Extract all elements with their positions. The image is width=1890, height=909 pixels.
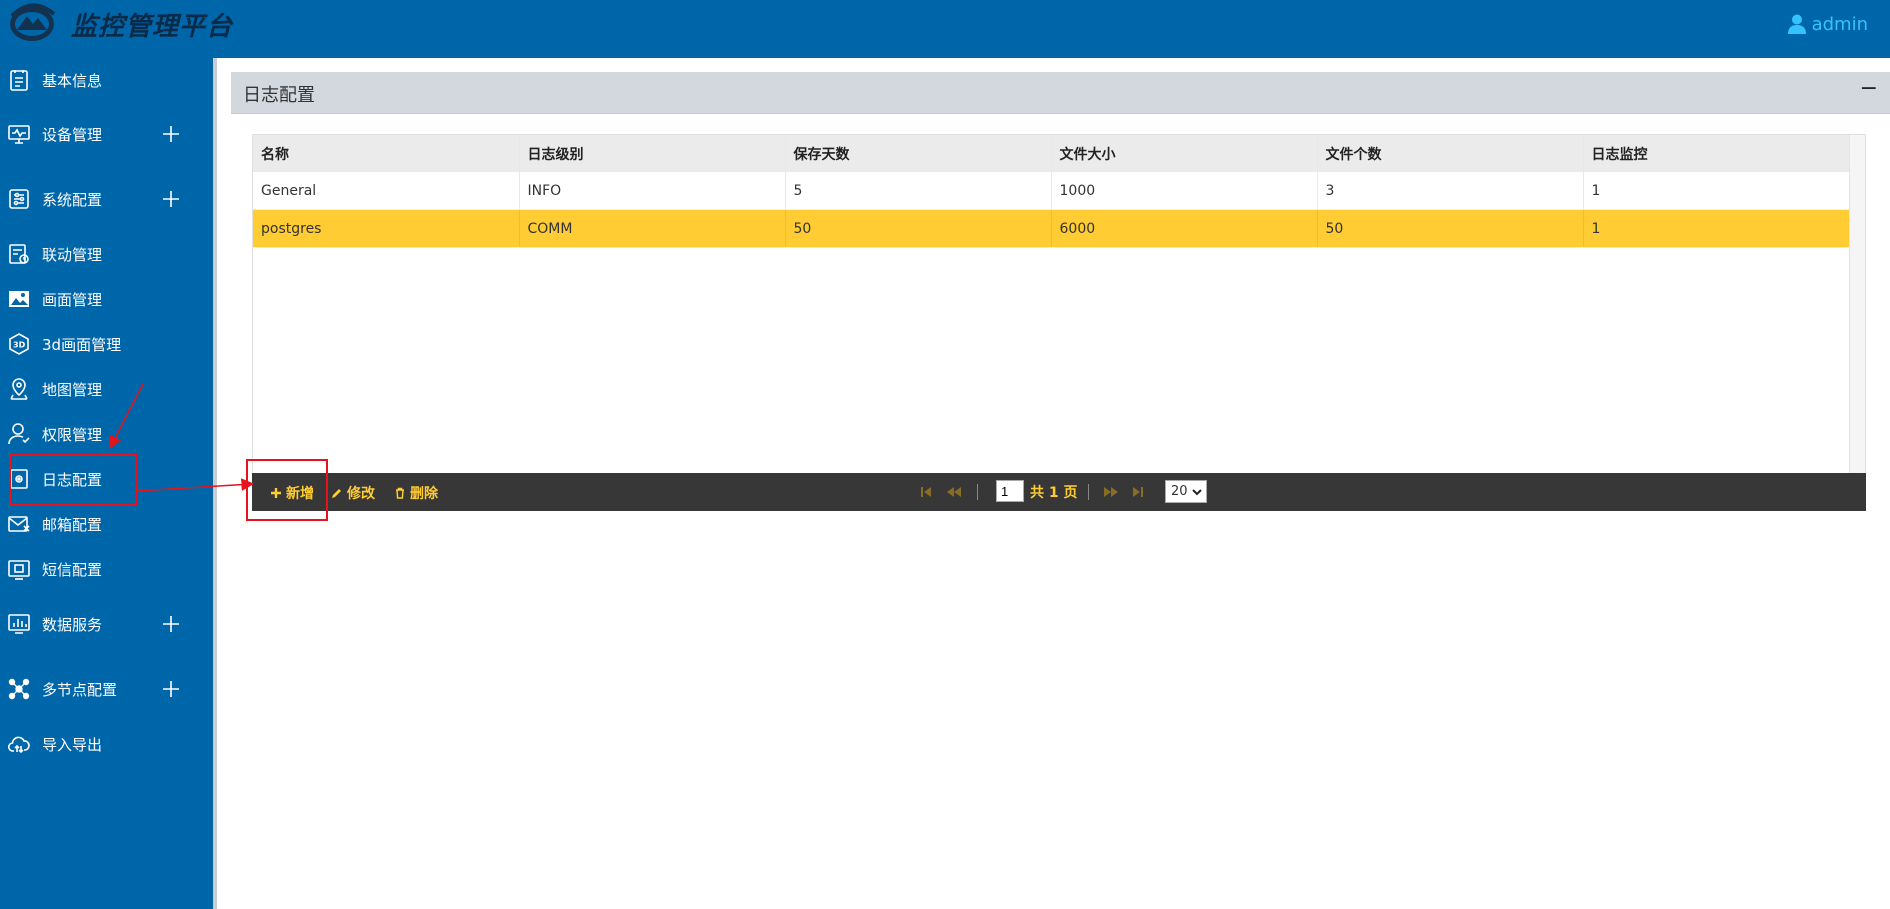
annotation-arrows [109,383,255,492]
annotation-arrow [136,478,255,492]
annotation-arrow [109,383,144,449]
